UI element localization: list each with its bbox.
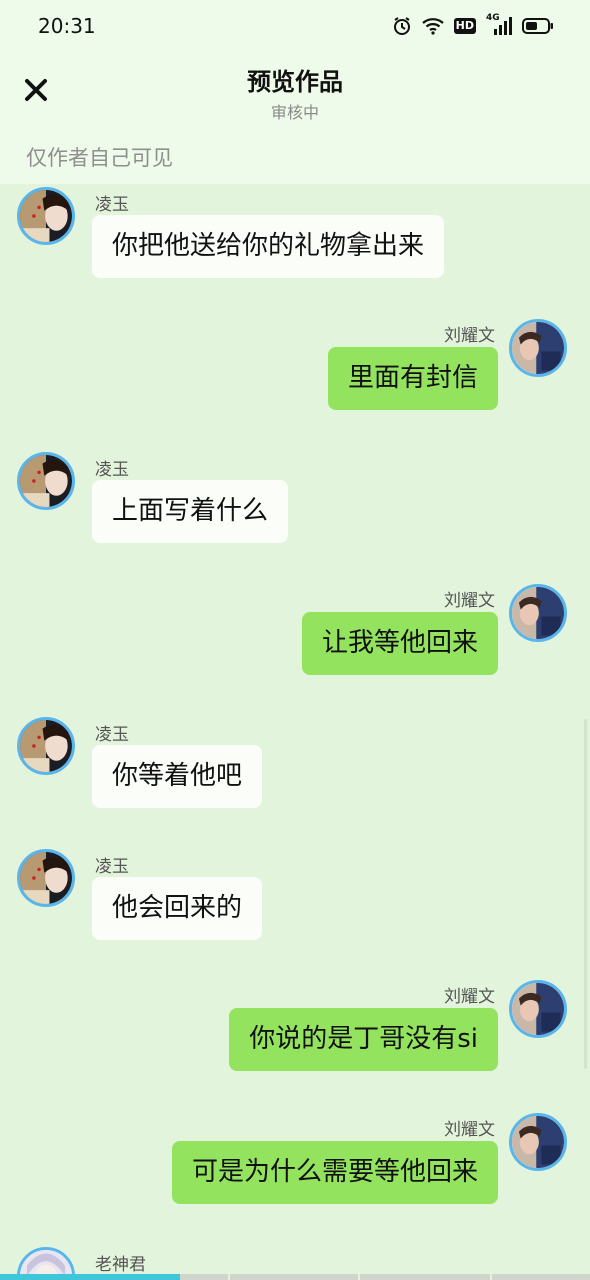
- page-title: 预览作品: [247, 68, 343, 96]
- sender-name: 刘耀文: [444, 326, 495, 346]
- message-left: 凌玉 你等着他吧: [0, 714, 590, 814]
- message-left: 凌玉 上面写着什么: [0, 449, 590, 549]
- sender-name: 刘耀文: [444, 1120, 495, 1140]
- review-status: 审核中: [270, 103, 319, 122]
- avatar[interactable]: [17, 849, 75, 907]
- segment-divider: [228, 1274, 230, 1280]
- message-right: 刘耀文 让我等他回来: [0, 584, 590, 684]
- alarm-icon: [392, 16, 412, 36]
- message-right: 刘耀文 里面有封信: [0, 319, 590, 419]
- message-bubble[interactable]: 他会回来的: [92, 877, 263, 940]
- visibility-notice-text: 仅作者自己可见: [26, 146, 173, 170]
- hd-badge: HD: [453, 18, 476, 34]
- message-right: 刘耀文 可是为什么需要等他回来: [0, 1113, 590, 1213]
- header: 预览作品 审核中: [0, 52, 590, 132]
- status-icons: HD 4G: [392, 13, 554, 37]
- message-bubble[interactable]: 让我等他回来: [301, 612, 498, 675]
- scrollbar[interactable]: [584, 719, 587, 1069]
- message-bubble[interactable]: 可是为什么需要等他回来: [171, 1141, 498, 1204]
- battery-icon: [522, 17, 554, 35]
- sender-name: 凌玉: [95, 460, 129, 480]
- sender-name: 凌玉: [95, 857, 129, 877]
- progress-segment: [0, 1274, 180, 1280]
- message-bubble[interactable]: 上面写着什么: [92, 480, 289, 543]
- message-left: 凌玉 他会回来的: [0, 846, 590, 946]
- avatar[interactable]: [509, 1113, 567, 1171]
- avatar[interactable]: [509, 584, 567, 642]
- wifi-icon: [421, 17, 444, 35]
- visibility-notice: 仅作者自己可见: [0, 132, 590, 184]
- status-bar: 20:31 HD 4G: [0, 0, 590, 52]
- segment-divider: [358, 1274, 360, 1280]
- avatar[interactable]: [17, 717, 75, 775]
- message-bubble[interactable]: 你等着他吧: [92, 745, 263, 808]
- sender-name: 老神君: [95, 1255, 146, 1275]
- avatar[interactable]: [509, 319, 567, 377]
- bottom-progress-bar: [0, 1274, 590, 1280]
- sender-name: 凌玉: [95, 195, 129, 215]
- chat-area[interactable]: 凌玉 你把他送给你的礼物拿出来 刘耀文 里面有封信 凌玉 上面写着什么 刘耀文 …: [0, 184, 590, 1280]
- sender-name: 刘耀文: [444, 987, 495, 1007]
- message-left: 凌玉 你把他送给你的礼物拿出来: [0, 184, 590, 284]
- sender-name: 凌玉: [95, 725, 129, 745]
- signal-icon: 4G: [486, 13, 512, 36]
- segment-divider: [490, 1274, 492, 1280]
- avatar[interactable]: [509, 980, 567, 1038]
- message-bubble[interactable]: 你把他送给你的礼物拿出来: [92, 215, 445, 278]
- status-time: 20:31: [38, 14, 96, 38]
- avatar[interactable]: [17, 452, 75, 510]
- message-bubble[interactable]: 你说的是丁哥没有si: [229, 1008, 498, 1071]
- avatar[interactable]: [17, 187, 75, 245]
- message-right: 刘耀文 你说的是丁哥没有si: [0, 980, 590, 1080]
- message-bubble[interactable]: 里面有封信: [327, 347, 498, 410]
- sender-name: 刘耀文: [444, 591, 495, 611]
